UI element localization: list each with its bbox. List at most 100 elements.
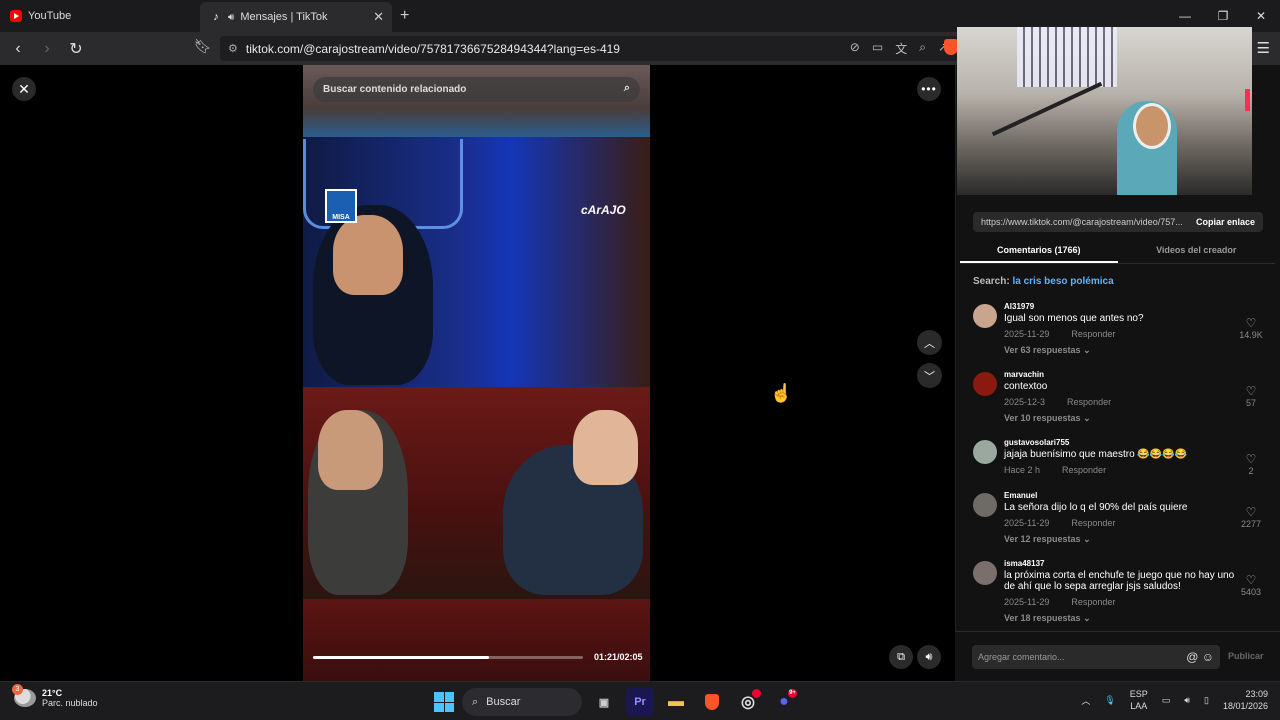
comment-date: Hace 2 h [1004,465,1041,475]
webcam-pink-marker [1245,89,1250,111]
file-explorer-icon[interactable]: ▬ [662,688,690,716]
site-info-icon[interactable]: ⚙ [228,42,238,55]
like-button[interactable]: ♡ 14.9K [1236,316,1266,340]
comment-input-placeholder: Agregar comentario... [978,652,1065,662]
search-term-link[interactable]: la cris beso polémica [1012,276,1113,287]
reply-button[interactable]: Responder [1067,397,1111,407]
weather-widget[interactable]: 3 21°C Parc. nublado [12,684,98,708]
comment-date: 2025-11-29 [1004,518,1050,528]
start-button[interactable] [434,692,454,712]
like-button[interactable]: ♡ 2277 [1236,505,1266,529]
comment-input[interactable]: Agregar comentario... @ ☺ [972,645,1220,669]
comment-text: jajaja buenísimo que maestro 😂😂😂😂 [1004,449,1188,460]
comment-text: contextoo [1004,381,1048,392]
bookmark-icon[interactable]: 🔖︎ [194,38,212,55]
forward-button[interactable]: › [35,37,59,61]
avatar[interactable] [973,561,997,585]
taskbar-apps: ⌕ Buscar ▣ Pr ▬ ◎ ● 9+ [434,688,798,716]
like-button[interactable]: ♡ 5403 [1236,573,1266,597]
webcam-mic-arm [991,81,1103,137]
comment-user[interactable]: marvachin [1004,370,1240,379]
video-progress-bar[interactable] [313,656,583,659]
comment-user[interactable]: Al31979 [1004,302,1240,311]
avatar[interactable] [973,372,997,396]
more-options-button[interactable]: ••• [917,77,941,101]
comment-user[interactable]: isma48137 [1004,559,1240,568]
obs-icon[interactable]: ◎ [734,688,762,716]
share-link-box[interactable]: https://www.tiktok.com/@carajostream/vid… [973,212,1263,232]
task-view-icon[interactable]: ▣ [590,688,618,716]
comment-user[interactable]: gustavosolari755 [1004,438,1240,447]
like-button[interactable]: ♡ 57 [1236,384,1266,408]
discord-icon[interactable]: ● 9+ [770,688,798,716]
audio-icon[interactable]: 🔊︎ [228,12,234,23]
tab-youtube[interactable]: YouTube [0,0,200,32]
comment-date: 2025-11-29 [1004,329,1050,339]
system-clock[interactable]: 23:09 18/01/2026 [1223,688,1268,712]
comment-user[interactable]: Emanuel [1004,491,1240,500]
reply-button[interactable]: Responder [1062,465,1106,475]
clock-time: 23:09 [1245,689,1268,699]
brave-browser-icon[interactable] [698,688,726,716]
comment-search-suggestion[interactable]: Search: la cris beso polémica [973,276,1114,287]
copy-link-button[interactable]: Copiar enlace [1196,217,1255,227]
volume-icon[interactable]: 🔊︎ [1184,695,1190,706]
previous-video-button[interactable]: ︿ [917,330,942,355]
zoom-icon[interactable]: ⌕ [919,40,926,57]
chevron-up-icon[interactable]: ︿ [1081,694,1090,707]
comment-item: gustavosolari755 jajaja buenísimo que ma… [973,438,1268,483]
cloud-icon: 3 [12,684,36,707]
heart-icon: ♡ [1245,316,1257,330]
publish-button[interactable]: Publicar [1228,651,1264,661]
cast-icon[interactable]: ▭ [872,40,883,57]
language-indicator[interactable]: ESP LAA [1130,688,1148,712]
brave-shields-icon[interactable] [944,39,958,55]
next-video-button[interactable]: ﹀ [917,363,942,388]
menu-icon[interactable]: ☰ [1257,39,1270,57]
reply-button[interactable]: Responder [1071,518,1115,528]
reply-button[interactable]: Responder [1071,329,1115,339]
comment-text: La señora dijo lo q el 90% del país quie… [1004,502,1188,513]
view-replies-button[interactable]: Ver 18 respuestas ⌄ [1004,613,1240,624]
floating-player-button[interactable]: ⧉ [889,645,913,669]
tab-creator-videos[interactable]: Videos del creador [1118,240,1276,263]
notification-dot [752,689,761,698]
translate-icon[interactable]: 文 [895,40,907,57]
tab-tiktok[interactable]: ♪ 🔊︎ Mensajes | TikTok ✕ [200,2,392,32]
close-video-button[interactable]: ✕ [12,77,36,101]
view-replies-button[interactable]: Ver 63 respuestas ⌄ [1004,345,1240,356]
heart-icon: ♡ [1245,384,1257,398]
volume-button[interactable]: 🔊︎ [917,645,941,669]
mention-emoji-icons[interactable]: @ ☺ [1186,650,1214,664]
reply-button[interactable]: Responder [1071,597,1115,607]
discord-badge: 9+ [788,689,797,698]
view-replies-button[interactable]: Ver 10 respuestas ⌄ [1004,413,1240,424]
tab-comments[interactable]: Comentarios (1766) [960,240,1118,263]
video-player[interactable]: MISA cArAJO [303,65,650,681]
reload-button[interactable]: ↻ [64,37,88,61]
view-replies-button[interactable]: Ver 12 respuestas ⌄ [1004,534,1240,545]
search-icon: ⌕ [472,695,479,708]
avatar[interactable] [973,304,997,328]
new-tab-button[interactable]: + [400,7,409,25]
search-prefix: Search: [973,276,1010,287]
avatar[interactable] [973,493,997,517]
url-actions: ⊘ ▭ 文 ⌕ ↗ [850,40,948,57]
microphone-icon[interactable]: 🎙︎ [1104,695,1115,706]
close-tab-icon[interactable]: ✕ [373,9,384,25]
back-button[interactable]: ‹ [6,37,30,61]
battery-icon[interactable]: ▯ [1204,695,1209,706]
comment-item: Emanuel La señora dijo lo q el 90% del p… [973,491,1268,551]
host-face-top [333,215,403,295]
like-button[interactable]: ♡ 2 [1236,452,1266,476]
video-viewer: ✕ ••• MISA cArAJO ☝ [0,65,955,681]
premiere-icon[interactable]: Pr [626,688,654,716]
search-icon[interactable]: ⌕ [624,82,630,95]
related-search-bar[interactable]: Buscar contenido relacionado ⌕ [313,77,640,102]
taskbar-search[interactable]: ⌕ Buscar [462,688,582,716]
address-bar[interactable]: ⚙ tiktok.com/@carajostream/video/7578173… [220,36,958,61]
no-tracking-icon[interactable]: ⊘ [850,40,860,57]
network-icon[interactable]: ▭ [1162,695,1171,706]
video-frame-bottom [303,599,650,681]
avatar[interactable] [973,440,997,464]
